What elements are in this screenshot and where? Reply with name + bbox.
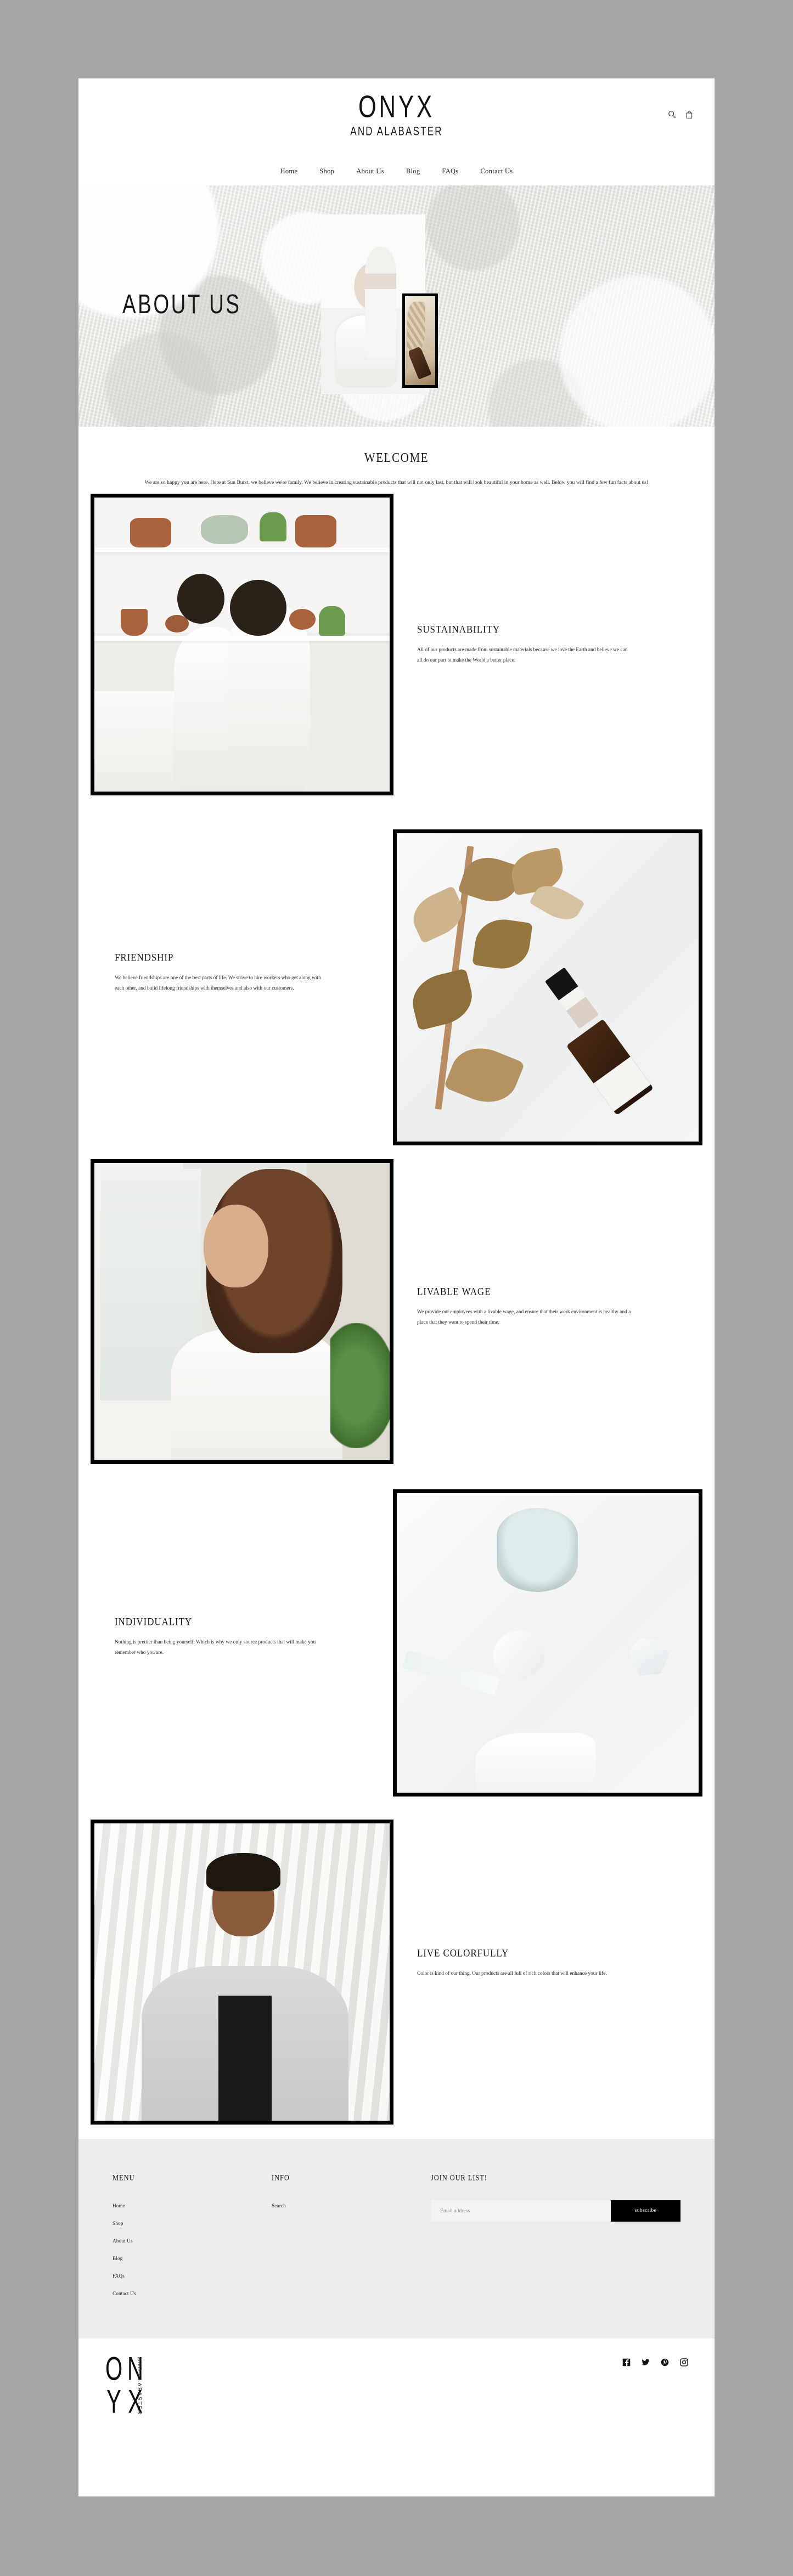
- footer-top: MENU Home Shop About Us Blog FAQs Contac…: [78, 2138, 715, 2338]
- instagram-icon[interactable]: [680, 2358, 688, 2366]
- brand-name: ONYX: [358, 89, 435, 124]
- search-icon[interactable]: [668, 110, 676, 119]
- feature-title: LIVABLE WAGE: [417, 1285, 491, 1297]
- footer-link-search[interactable]: Search: [272, 2204, 286, 2209]
- feature-title: FRIENDSHIP: [115, 951, 174, 963]
- footer-logo[interactable]: O N Y X AND ALABASTER: [103, 2352, 169, 2419]
- feature-section-livable-wage: LIVABLE WAGE We provide our employees wi…: [78, 1149, 715, 1479]
- hero-banner: ABOUT US: [78, 185, 715, 427]
- footer-link-shop[interactable]: Shop: [113, 2221, 123, 2227]
- list-item: About Us: [113, 2235, 272, 2245]
- feature-body: Color is kind of our thing. Our products…: [417, 1970, 607, 1976]
- newsletter-form: subscribe: [431, 2200, 680, 2222]
- feature-body: Nothing is prettier than being yourself.…: [115, 1639, 316, 1656]
- list-item: Search: [272, 2200, 431, 2210]
- feature-section-individuality: INDIVIDUALITY Nothing is prettier than b…: [78, 1479, 715, 1810]
- footer-link-home[interactable]: Home: [113, 2204, 125, 2209]
- feature-body: We provide our employees with a livable …: [417, 1309, 631, 1325]
- site-page: ONYX AND ALABASTER Home Shop About Us Bl…: [78, 78, 715, 2496]
- feature-image-sustainability: [91, 493, 393, 795]
- feature-section-live-colorfully: LIVE COLORFULLY Color is kind of our thi…: [78, 1810, 715, 2139]
- brand-tagline: AND ALABASTER: [350, 124, 443, 138]
- feature-section-friendship: FRIENDSHIP We believe friendships are on…: [78, 817, 715, 1149]
- feature-copy-individuality: INDIVIDUALITY Nothing is prettier than b…: [115, 1615, 345, 1658]
- list-item: Contact Us: [113, 2288, 272, 2298]
- list-item: Shop: [113, 2218, 272, 2228]
- page-title: ABOUT US: [122, 289, 241, 319]
- email-field[interactable]: [431, 2200, 611, 2222]
- newsletter-heading: JOIN OUR LIST!: [431, 2173, 487, 2182]
- brand-logo[interactable]: ONYX AND ALABASTER: [78, 89, 715, 138]
- feature-body: We believe friendships are one of the be…: [115, 975, 321, 991]
- list-item: FAQs: [113, 2270, 272, 2280]
- facebook-icon[interactable]: [622, 2358, 631, 2366]
- twitter-icon[interactable]: [642, 2358, 650, 2366]
- footer-newsletter-column: JOIN OUR LIST! subscribe: [431, 2173, 680, 2306]
- footer-menu-heading: MENU: [113, 2173, 135, 2182]
- nav-item-about-us[interactable]: About Us: [356, 167, 384, 176]
- feature-image-friendship: [393, 829, 702, 1145]
- header-icon-group: [668, 110, 694, 119]
- footer-menu-list: Home Shop About Us Blog FAQs Contact Us: [113, 2200, 272, 2298]
- feature-title: SUSTAINABILITY: [417, 623, 500, 635]
- feature-copy-livable-wage: LIVABLE WAGE We provide our employees wi…: [417, 1286, 648, 1328]
- pinterest-icon[interactable]: [661, 2358, 669, 2366]
- site-header: ONYX AND ALABASTER Home Shop About Us Bl…: [78, 78, 715, 185]
- feature-body: All of our products are made from sustai…: [417, 647, 628, 663]
- footer-menu-column: MENU Home Shop About Us Blog FAQs Contac…: [113, 2173, 272, 2306]
- feature-title: LIVE COLORFULLY: [417, 1947, 509, 1959]
- nav-item-contact-us[interactable]: Contact Us: [481, 167, 513, 176]
- footer-link-blog[interactable]: Blog: [113, 2256, 122, 2262]
- nav-item-blog[interactable]: Blog: [406, 167, 420, 176]
- footer-logo-tagline: AND ALABASTER: [136, 2357, 143, 2415]
- footer-link-about-us[interactable]: About Us: [113, 2239, 133, 2244]
- list-item: Home: [113, 2200, 272, 2210]
- welcome-body: We are so happy you are here. Here at Su…: [144, 479, 649, 485]
- footer-info-column: INFO Search: [272, 2173, 431, 2306]
- footer-link-faqs[interactable]: FAQs: [113, 2274, 125, 2279]
- footer-info-list: Search: [272, 2200, 431, 2210]
- welcome-section: WELCOME We are so happy you are here. He…: [78, 427, 715, 494]
- feature-image-livable-wage: [91, 1159, 393, 1464]
- footer-info-heading: INFO: [272, 2173, 290, 2182]
- nav-item-shop[interactable]: Shop: [319, 167, 334, 176]
- list-item: Blog: [113, 2253, 272, 2263]
- hero-image-secondary: [402, 293, 438, 388]
- feature-copy-live-colorfully: LIVE COLORFULLY Color is kind of our thi…: [417, 1947, 648, 1979]
- welcome-heading: WELCOME: [364, 449, 429, 466]
- footer-link-contact-us[interactable]: Contact Us: [113, 2291, 136, 2297]
- nav-item-home[interactable]: Home: [280, 167, 298, 176]
- feature-image-individuality: [393, 1489, 702, 1797]
- feature-copy-friendship: FRIENDSHIP We believe friendships are on…: [115, 952, 345, 994]
- feature-image-live-colorfully: [91, 1819, 393, 2125]
- feature-copy-sustainability: SUSTAINABILITY All of our products are m…: [417, 624, 648, 666]
- main-navigation: Home Shop About Us Blog FAQs Contact Us: [78, 167, 715, 176]
- subscribe-button[interactable]: subscribe: [611, 2200, 680, 2222]
- feature-section-sustainability: SUSTAINABILITY All of our products are m…: [78, 493, 715, 817]
- footer-bottom: O N Y X AND ALABASTER: [78, 2338, 715, 2429]
- feature-title: INDIVIDUALITY: [115, 1615, 193, 1628]
- nav-item-faqs[interactable]: FAQs: [442, 167, 458, 176]
- footer-logo-letter-y: Y: [106, 2383, 121, 2420]
- social-links: [622, 2358, 688, 2366]
- footer-logo-letter-x: X: [128, 2383, 143, 2420]
- cart-icon[interactable]: [685, 110, 694, 119]
